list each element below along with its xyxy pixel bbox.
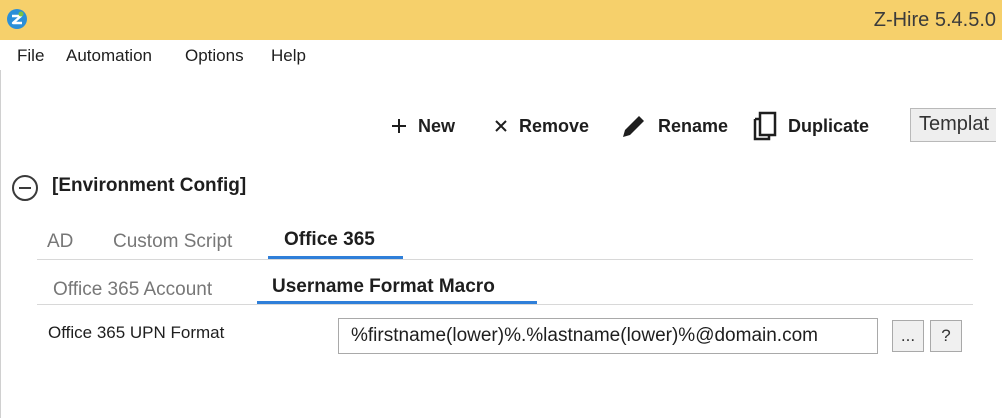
templates-button-label: Templat <box>919 113 990 135</box>
title-bar: Z-Hire 5.4.5.0 <box>0 0 1002 40</box>
duplicate-button-label: Duplicate <box>788 115 870 136</box>
left-border <box>0 70 1 418</box>
tab-office-365[interactable]: Office 365 <box>284 229 375 251</box>
tab-username-format-macro[interactable]: Username Format Macro <box>272 276 495 298</box>
plus-icon <box>392 119 406 133</box>
window-right-edge <box>996 40 1002 418</box>
primary-tab-divider <box>37 259 973 260</box>
help-button[interactable]: ? <box>930 320 962 352</box>
app-logo-icon <box>7 9 27 29</box>
menu-help[interactable]: Help <box>271 46 306 66</box>
duplicate-button[interactable]: Duplicate <box>752 110 869 142</box>
templates-button[interactable]: Templat <box>910 108 1002 142</box>
upn-format-label: Office 365 UPN Format <box>48 323 225 342</box>
window-title: Z-Hire 5.4.5.0 <box>873 9 996 31</box>
new-button[interactable]: New <box>390 110 455 142</box>
new-button-label: New <box>418 115 456 136</box>
rename-button[interactable]: Rename <box>620 110 728 142</box>
rename-button-label: Rename <box>658 115 729 136</box>
menu-file[interactable]: File <box>17 46 44 66</box>
pencil-icon <box>623 116 644 137</box>
menu-options[interactable]: Options <box>185 46 244 66</box>
duplicate-icon <box>753 111 777 141</box>
tab-office-365-account[interactable]: Office 365 Account <box>53 279 212 301</box>
tab-custom-script[interactable]: Custom Script <box>113 231 232 253</box>
tab-ad[interactable]: AD <box>47 231 73 253</box>
browse-button[interactable]: ... <box>892 320 924 352</box>
section-title: [Environment Config] <box>52 175 247 196</box>
secondary-tab-divider <box>37 304 973 305</box>
remove-button-label: Remove <box>519 115 590 136</box>
collapse-minus-icon[interactable] <box>12 175 38 201</box>
upn-format-input[interactable]: %firstname(lower)%.%lastname(lower)%@dom… <box>338 318 878 354</box>
remove-button[interactable]: Remove <box>493 110 589 142</box>
close-icon <box>495 120 507 132</box>
menu-automation[interactable]: Automation <box>66 46 152 66</box>
menu-bar: File Automation Options Help <box>0 40 1002 70</box>
